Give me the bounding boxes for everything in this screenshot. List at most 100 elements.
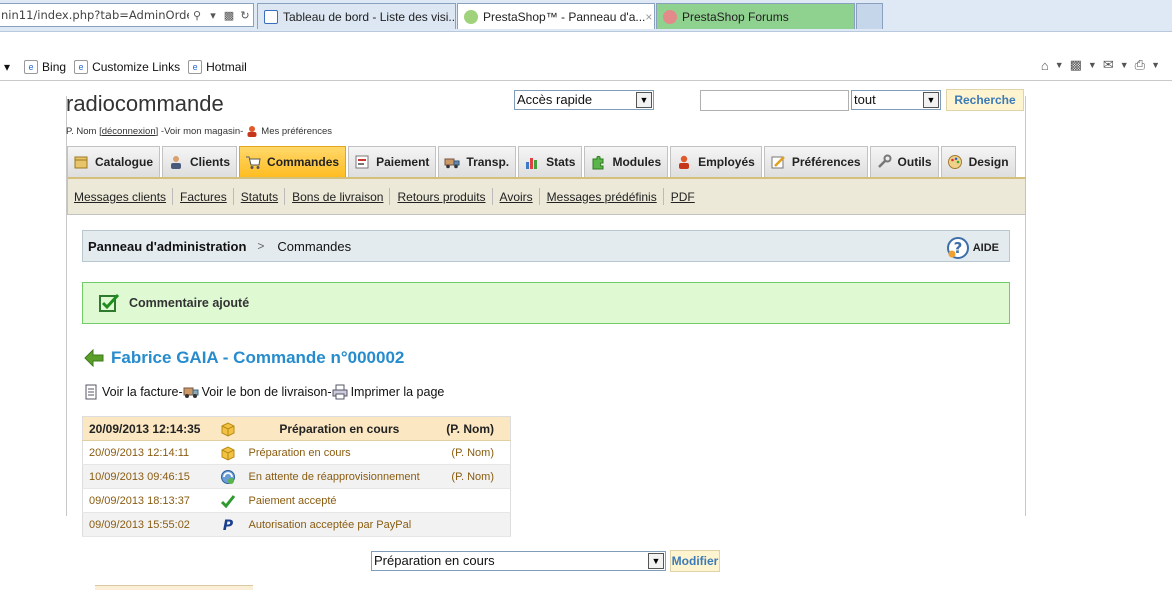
main-tab-employés[interactable]: Employés (670, 146, 762, 177)
favorite-customize-links[interactable]: e Customize Links (74, 60, 180, 74)
main-tab-paiement[interactable]: Paiement (348, 146, 437, 177)
subnav-link[interactable]: Factures (180, 190, 233, 204)
delivery-truck-icon (183, 387, 199, 398)
back-arrow-icon[interactable] (84, 349, 104, 367)
feeds-icon[interactable]: ▩ (1070, 57, 1082, 73)
package-icon (221, 445, 234, 461)
help-button[interactable]: ? AIDE (946, 237, 999, 259)
payment-icon (355, 155, 369, 169)
search-button[interactable]: Recherche (946, 89, 1024, 111)
dropdown-arrow-icon[interactable]: ▼ (636, 92, 652, 108)
user-separator: ] - (155, 125, 165, 137)
history-row: 09/09/2013 15:55:02 P Autorisation accepté… (82, 512, 511, 537)
main-tab-design[interactable]: Design (940, 146, 1016, 177)
preferences-link[interactable]: Mes préférences (261, 126, 332, 137)
mail-icon[interactable]: ✉ (1103, 57, 1114, 73)
main-tab-commandes[interactable]: Commandes (239, 146, 347, 177)
dropdown-arrow-icon[interactable]: ▼ (1088, 60, 1097, 70)
ie-page-icon: e (74, 60, 89, 74)
subnav-separator (662, 188, 664, 205)
search-input[interactable] (700, 90, 849, 111)
history-status: Autorisation acceptée par PayPal (248, 518, 412, 531)
home-icon[interactable]: ⌂ (1041, 58, 1049, 73)
dropdown-arrow-icon[interactable]: ▼ (648, 553, 664, 569)
help-icon: ? (946, 237, 969, 259)
breadcrumb-root[interactable]: Panneau d'administration (88, 239, 246, 254)
search-scope-select[interactable]: tout ▼ (851, 90, 941, 110)
address-url[interactable]: nin11/index.php?tab=AdminOrder: (0, 8, 189, 22)
user-name: P. Nom [ (66, 125, 102, 137)
catalog-icon (74, 156, 88, 169)
dropdown-arrow-icon[interactable]: ▾ (205, 9, 221, 22)
favorite-bing[interactable]: e Bing (24, 60, 66, 74)
order-status-select[interactable]: Préparation en cours ▼ (371, 551, 666, 571)
dropdown-arrow-icon[interactable]: ▼ (1120, 60, 1129, 70)
view-invoice-link[interactable]: Voir la facture (102, 385, 178, 399)
puzzle-icon (592, 155, 604, 170)
favorites-overflow-icon[interactable]: ▾ (4, 60, 10, 74)
shop-name: radiocommande (66, 91, 224, 116)
refresh-icon[interactable]: ↻ (237, 9, 253, 22)
history-rows: 20/09/2013 12:14:11 Préparation en cours (… (82, 441, 511, 537)
history-row: 09/09/2013 18:13:37 Paiement accepté (82, 489, 511, 513)
view-shop-link[interactable]: Voir mon magasin (164, 126, 240, 137)
stats-icon (526, 158, 538, 169)
subnav-link[interactable]: Statuts (241, 190, 284, 204)
history-date: 09/09/2013 18:13:37 (89, 494, 190, 507)
main-tab-outils[interactable]: Outils (869, 146, 939, 177)
favorite-hotmail[interactable]: e Hotmail (188, 60, 247, 74)
main-tab-label: Outils (897, 155, 932, 169)
dropdown-arrow-icon[interactable]: ▼ (923, 92, 939, 108)
compatibility-view-icon[interactable]: ▩ (221, 9, 237, 22)
print-page-link[interactable]: Imprimer la page (351, 385, 445, 399)
history-row: 20/09/2013 12:14:11 Préparation en cours (… (82, 441, 511, 465)
main-tab-modules[interactable]: Modules (584, 146, 669, 177)
main-tab-préférences[interactable]: Préférences (763, 146, 868, 177)
view-shop-separator: - (240, 125, 244, 137)
main-tab-transp[interactable]: Transp. (438, 146, 517, 177)
logout-link[interactable]: déconnexion (102, 126, 156, 137)
main-tab-label: Catalogue (95, 155, 154, 169)
main-tab-label: Commandes (267, 155, 340, 169)
subnav-link[interactable]: Bons de livraison (292, 190, 389, 204)
tab-label: PrestaShop™ - Panneau d'a... (483, 9, 646, 24)
history-row: 10/09/2013 09:46:15 En attente de réappro… (82, 464, 511, 489)
restock-icon (220, 469, 235, 484)
main-tab-stats[interactable]: Stats (518, 146, 583, 177)
search-icon[interactable]: ⚲ (189, 9, 205, 22)
order-actions: Voir la facture - Voir le bon de livrais… (83, 384, 444, 400)
subnav-link[interactable]: PDF (671, 190, 701, 204)
subnav-link[interactable]: Messages prédéfinis (547, 190, 663, 204)
main-tab-label: Transp. (466, 155, 510, 169)
history-status: Paiement accepté (248, 494, 337, 507)
modify-status-button[interactable]: Modifier (670, 550, 720, 572)
svg-text:P: P (222, 518, 233, 533)
browser-tab-dashboard[interactable]: Tableau de bord - Liste des visi... (257, 3, 456, 29)
ie-favicon-icon (264, 9, 278, 24)
subnav-link[interactable]: Messages clients (74, 190, 172, 204)
breadcrumb: Panneau d'administration > Commandes ? A… (82, 230, 1010, 262)
history-date: 20/09/2013 12:14:11 (89, 446, 190, 459)
view-delivery-slip-link[interactable]: Voir le bon de livraison (202, 385, 328, 399)
print-icon[interactable]: ⎙ (1135, 57, 1145, 73)
browser-tab-prestashop[interactable]: PrestaShop™ - Panneau d'a... × (457, 3, 655, 29)
new-tab-button[interactable] (856, 3, 883, 29)
dropdown-arrow-icon[interactable]: ▼ (1151, 60, 1160, 70)
ie-page-icon: e (24, 60, 39, 74)
subnav-link[interactable]: Avoirs (500, 190, 539, 204)
browser-tab-forums[interactable]: PrestaShop Forums (656, 3, 855, 29)
help-label: AIDE (972, 242, 999, 254)
main-tab-catalogue[interactable]: Catalogue (67, 146, 161, 177)
history-date: 10/09/2013 09:46:15 (89, 470, 190, 483)
dropdown-arrow-icon[interactable]: ▼ (1055, 60, 1064, 70)
address-bar[interactable]: nin11/index.php?tab=AdminOrder: ⚲ ▾ ▩ ↻ (0, 3, 254, 27)
preferences-icon (771, 156, 785, 169)
tab-label: PrestaShop Forums (682, 9, 789, 24)
prestashop-favicon-icon (663, 9, 677, 24)
main-tab-clients[interactable]: Clients (162, 146, 238, 177)
package-icon (221, 421, 234, 437)
quick-access-select[interactable]: Accès rapide ▼ (514, 90, 654, 110)
subnav-link[interactable]: Retours produits (397, 190, 491, 204)
close-tab-icon[interactable]: × (645, 10, 652, 24)
printer-icon (332, 384, 348, 400)
